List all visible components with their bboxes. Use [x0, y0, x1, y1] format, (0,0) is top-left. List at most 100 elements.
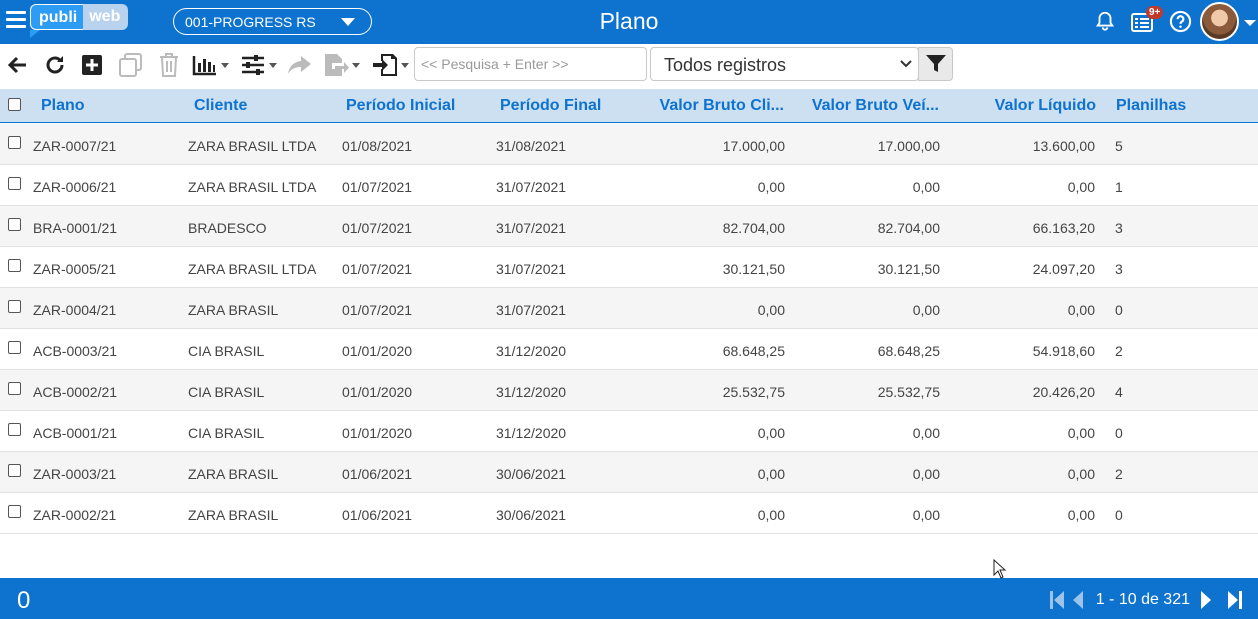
column-header-periodo-inicial[interactable]: Período Inicial [346, 97, 455, 115]
copy-button[interactable] [118, 51, 144, 79]
select-all-checkbox[interactable] [8, 98, 21, 111]
cell-valor-bruto-veiculo: 0,00 [912, 179, 940, 195]
column-header-plano[interactable]: Plano [41, 97, 85, 115]
table-row[interactable]: ZAR-0003/21 ZARA BRASIL 01/06/2021 30/06/20… [0, 452, 1258, 493]
column-header-cliente[interactable]: Cliente [194, 97, 247, 115]
cell-valor-liquido: 13.600,00 [1032, 138, 1095, 154]
cell-planilhas: 2 [1115, 466, 1123, 482]
search-input[interactable] [414, 47, 647, 81]
chevron-down-icon[interactable] [1244, 20, 1256, 26]
table-row[interactable]: ACB-0002/21 CIA BRASIL 01/01/2020 31/12/202… [0, 370, 1258, 411]
cell-valor-liquido: 24.097,20 [1032, 261, 1095, 277]
prev-page-button[interactable] [1072, 590, 1084, 610]
row-checkbox[interactable] [8, 136, 21, 149]
cell-periodo-final: 30/06/2021 [496, 507, 567, 523]
chart-button[interactable] [192, 51, 229, 79]
row-checkbox[interactable] [8, 423, 21, 436]
cell-planilhas: 3 [1115, 261, 1123, 277]
next-page-button[interactable] [1200, 590, 1212, 610]
cell-valor-bruto-cliente: 82.704,00 [722, 220, 785, 236]
records-filter-value: Todos registros [664, 55, 787, 75]
table-row[interactable]: ACB-0001/21 CIA BRASIL 01/01/2020 31/12/202… [0, 411, 1258, 452]
avatar[interactable] [1200, 2, 1239, 41]
caret-down-icon [341, 18, 355, 26]
cell-periodo-inicial: 01/06/2021 [342, 466, 413, 482]
row-checkbox[interactable] [8, 505, 21, 518]
next-page-icon [1201, 591, 1211, 609]
column-header-valor-bruto-veiculo[interactable]: Valor Bruto Veí... [795, 97, 939, 115]
records-filter-select[interactable]: Todos registros [650, 47, 919, 81]
row-checkbox[interactable] [8, 464, 21, 477]
refresh-button[interactable] [43, 51, 67, 79]
export-button[interactable] [323, 51, 360, 79]
sliders-icon [242, 55, 264, 75]
cell-valor-liquido: 54.918,60 [1032, 343, 1095, 359]
cell-periodo-final: 31/07/2021 [496, 302, 567, 318]
cell-plano: ACB-0002/21 [33, 384, 118, 400]
cell-cliente: BRADESCO [188, 220, 267, 236]
table-row[interactable]: ZAR-0006/21 ZARA BRASIL LTDA 01/07/2021 31/… [0, 165, 1258, 206]
cell-plano: ZAR-0005/21 [33, 261, 117, 277]
cell-periodo-final: 31/07/2021 [496, 220, 567, 236]
cell-periodo-final: 31/12/2020 [496, 384, 567, 400]
cell-cliente: ZARA BRASIL LTDA [188, 179, 317, 195]
row-checkbox[interactable] [8, 341, 21, 354]
last-page-button[interactable] [1226, 590, 1244, 610]
cell-plano: ZAR-0007/21 [33, 138, 117, 154]
row-checkbox[interactable] [8, 300, 21, 313]
cell-valor-bruto-veiculo: 30.121,50 [877, 261, 940, 277]
logo-right-text: web [83, 4, 129, 30]
table-row[interactable]: ZAR-0004/21 ZARA BRASIL 01/07/2021 31/07/20… [0, 288, 1258, 329]
cell-valor-bruto-cliente: 0,00 [757, 179, 785, 195]
add-button[interactable] [80, 51, 104, 79]
cell-planilhas: 2 [1115, 343, 1123, 359]
cell-planilhas: 3 [1115, 220, 1123, 236]
delete-button[interactable] [157, 51, 181, 79]
row-checkbox[interactable] [8, 382, 21, 395]
copy-icon [119, 53, 142, 77]
cell-periodo-final: 31/12/2020 [496, 343, 567, 359]
settings-button[interactable] [240, 51, 277, 79]
first-page-button[interactable] [1048, 590, 1066, 610]
table-row[interactable]: ZAR-0002/21 ZARA BRASIL 01/06/2021 30/06/20… [0, 493, 1258, 534]
import-icon [373, 54, 397, 76]
dropdown-caret-icon [221, 62, 229, 68]
cell-cliente: ZARA BRASIL [188, 302, 279, 318]
cell-planilhas: 0 [1115, 507, 1123, 523]
cell-valor-liquido: 0,00 [1067, 507, 1095, 523]
cell-periodo-inicial: 01/08/2021 [342, 138, 413, 154]
cell-valor-liquido: 0,00 [1067, 466, 1095, 482]
cell-plano: ZAR-0004/21 [33, 302, 117, 318]
menu-icon[interactable] [6, 11, 26, 31]
bell-icon[interactable] [1094, 10, 1116, 32]
mouse-pointer-icon [993, 559, 1007, 579]
dropdown-caret-icon [401, 62, 409, 68]
cell-plano: ACB-0001/21 [33, 425, 118, 441]
app: publi web 001-PROGRESS RS Plano 9+ << Pe… [0, 0, 1258, 619]
column-header-valor-bruto-cliente[interactable]: Valor Bruto Cli... [640, 97, 784, 115]
table-row[interactable]: BRA-0001/21 BRADESCO 01/07/2021 31/07/2021 8… [0, 206, 1258, 247]
table-row[interactable]: ZAR-0007/21 ZARA BRASIL LTDA 01/08/2021 31/… [0, 124, 1258, 165]
cell-valor-liquido: 0,00 [1067, 302, 1095, 318]
company-select[interactable]: 001-PROGRESS RS [173, 8, 372, 35]
help-icon[interactable] [1169, 10, 1192, 33]
cell-plano: BRA-0001/21 [33, 220, 118, 236]
cell-valor-bruto-cliente: 0,00 [757, 466, 785, 482]
pagination-text: 1 - 10 de 321 [1095, 591, 1190, 608]
column-header-planilhas[interactable]: Planilhas [1116, 97, 1186, 115]
cell-periodo-inicial: 01/01/2020 [342, 425, 413, 441]
row-checkbox[interactable] [8, 218, 21, 231]
column-header-valor-liquido[interactable]: Valor Líquido [950, 97, 1096, 115]
cell-planilhas: 5 [1115, 138, 1123, 154]
forward-button[interactable] [287, 51, 313, 79]
table-row[interactable]: ZAR-0005/21 ZARA BRASIL LTDA 01/07/2021 31/… [0, 247, 1258, 288]
import-button[interactable] [372, 51, 409, 79]
table-row[interactable]: ACB-0003/21 CIA BRASIL 01/01/2020 31/12/202… [0, 329, 1258, 370]
back-button[interactable] [6, 51, 30, 79]
filter-button[interactable] [918, 47, 953, 81]
row-checkbox[interactable] [8, 177, 21, 190]
row-checkbox[interactable] [8, 259, 21, 272]
column-header-periodo-final[interactable]: Período Final [500, 97, 601, 115]
cell-cliente: CIA BRASIL [188, 384, 265, 400]
chart-icon [192, 56, 216, 76]
